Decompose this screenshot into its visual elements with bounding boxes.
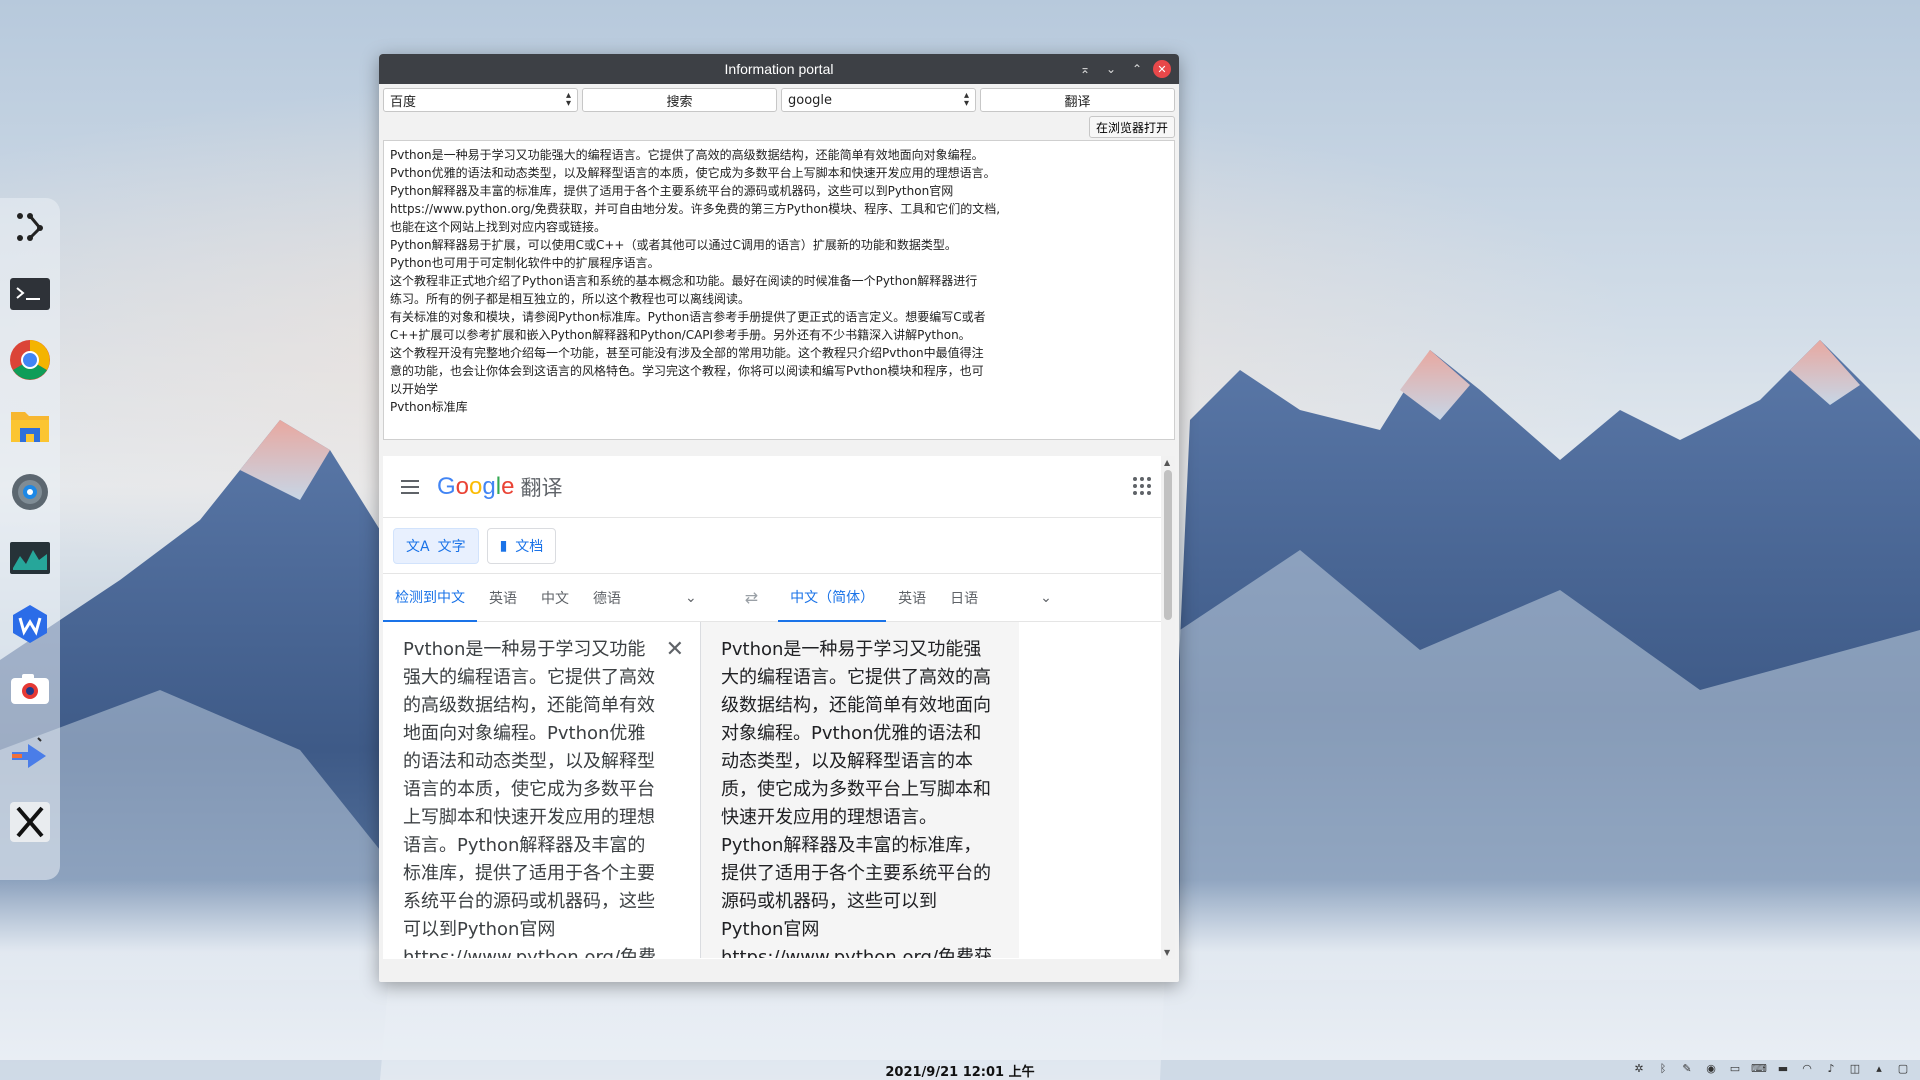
product-name: 翻译 xyxy=(520,475,563,500)
scroll-up-icon[interactable]: ▲ xyxy=(1164,458,1170,467)
search-engine-select[interactable]: 百度 ▴ ▾ xyxy=(383,88,578,112)
text-line: 这个教程非正式地介绍了Python语言和系统的基本概念和功能。最好在阅读的时候准… xyxy=(390,274,978,288)
document-icon: ▮ xyxy=(499,537,508,554)
target-lang-more[interactable]: ⌄ xyxy=(1028,574,1064,622)
scrollbar-thumb[interactable] xyxy=(1164,470,1172,620)
bluetooth-icon[interactable]: ᛒ xyxy=(1654,1062,1672,1075)
wps-icon[interactable] xyxy=(6,600,54,648)
search-engine-value: 百度 xyxy=(390,94,417,110)
source-text-input[interactable]: Pvthon是一种易于学习又功能强大的编程语言。它提供了高效的高级数据结构，还能… xyxy=(383,622,701,958)
volume-icon[interactable]: ♪ xyxy=(1822,1062,1840,1075)
wifi-icon[interactable]: ◠ xyxy=(1798,1062,1816,1075)
source-lang-more[interactable]: ⌄ xyxy=(673,574,709,622)
search-button[interactable]: 搜索 xyxy=(582,88,777,112)
information-portal-window: Information portal ⌅ ⌄ ⌃ ✕ 百度 ▴ ▾ 搜索 goog… xyxy=(379,54,1179,982)
text-line: https://www.python.org/免费获取，并可自由地分发。许多免费… xyxy=(390,202,1001,216)
target-lang-japanese[interactable]: 日语 xyxy=(938,574,990,622)
show-desktop-icon[interactable]: ▢ xyxy=(1894,1062,1912,1075)
window-title: Information portal xyxy=(724,61,834,77)
chrome-icon[interactable] xyxy=(6,336,54,384)
text-line: 以开始学 xyxy=(390,382,439,396)
clear-text-icon[interactable]: ✕ xyxy=(666,636,684,664)
screenshot-icon[interactable] xyxy=(6,666,54,714)
document-mode-label: 文档 xyxy=(515,538,544,555)
source-text: Pvthon是一种易于学习又功能强大的编程语言。它提供了高效的高级数据结构，还能… xyxy=(403,639,657,958)
titlebar[interactable]: Information portal ⌅ ⌄ ⌃ ✕ xyxy=(379,54,1179,84)
x-app-icon[interactable] xyxy=(6,798,54,846)
text-line: Python也可用于可定制化软件中的扩展程序语言。 xyxy=(390,256,660,270)
settings-icon[interactable] xyxy=(6,468,54,516)
text-line: 意的功能，也会让你体会到这语言的风格特色。学习完这个教程，你将可以阅读和编写Pv… xyxy=(390,364,984,378)
translated-text-output: Pvthon是一种易于学习又功能强大的编程语言。它提供了高效的高级数据结构，还能… xyxy=(701,622,1019,958)
translated-text: Pvthon是一种易于学习又功能强大的编程语言。它提供了高效的高级数据结构，还能… xyxy=(721,639,993,958)
media-icon[interactable] xyxy=(6,732,54,780)
system-monitor-icon[interactable] xyxy=(6,534,54,582)
notification-icon[interactable]: ◫ xyxy=(1846,1062,1864,1075)
maximize-icon[interactable]: ⌃ xyxy=(1127,59,1147,79)
file-manager-icon[interactable] xyxy=(6,402,54,450)
source-lang-chinese[interactable]: 中文 xyxy=(529,574,581,622)
battery-icon[interactable]: ▬ xyxy=(1774,1062,1792,1075)
tray-app-icon[interactable]: ✲ xyxy=(1630,1062,1648,1075)
source-lang-english[interactable]: 英语 xyxy=(477,574,529,622)
input-method-icon[interactable]: ✎ xyxy=(1678,1062,1696,1075)
text-line: 这个教程开没有完整地介绍每一个功能，甚至可能没有涉及全部的常用功能。这个教程只介… xyxy=(390,346,984,360)
text-line: 也能在这个网站上找到对应内容或链接。 xyxy=(390,220,607,234)
open-browser-row: 在浏览器打开 xyxy=(379,112,1179,140)
text-line: 练习。所有的例子都是相互独立的，所以这个教程也可以离线阅读。 xyxy=(390,292,751,306)
scroll-down-icon[interactable]: ▼ xyxy=(1164,948,1170,957)
target-lang-chinese-simplified[interactable]: 中文（简体） xyxy=(778,574,887,622)
source-lang-detected[interactable]: 检测到中文 xyxy=(383,574,477,622)
translator-value: google xyxy=(788,92,833,108)
window-controls: ⌅ ⌄ ⌃ ✕ xyxy=(1075,59,1171,79)
swap-icon: ⇄ xyxy=(744,588,759,607)
target-lang-english[interactable]: 英语 xyxy=(886,574,938,622)
source-lang-german[interactable]: 德语 xyxy=(581,574,633,622)
menu-icon[interactable] xyxy=(401,479,419,494)
chevron-up-icon[interactable]: ▴ xyxy=(1870,1062,1888,1075)
input-text-area[interactable]: Pvthon是一种易于学习又功能强大的编程语言。它提供了高效的高级数据结构，还能… xyxy=(383,140,1175,440)
text-line: Pvthon是一种易于学习又功能强大的编程语言。它提供了高效的高级数据结构，还能… xyxy=(390,148,984,162)
translate-button[interactable]: 翻译 xyxy=(980,88,1175,112)
swap-languages-button[interactable]: ⇄ xyxy=(733,574,770,622)
text-line: 有关标准的对象和模块，请参阅Python标准库。Python语言参考手册提供了更… xyxy=(390,310,986,324)
translation-panes: Pvthon是一种易于学习又功能强大的编程语言。它提供了高效的高级数据结构，还能… xyxy=(383,622,1175,958)
text-line: Pvthon标准库 xyxy=(390,400,468,414)
translator-select[interactable]: google ▴ ▾ xyxy=(781,88,976,112)
google-logo[interactable]: Google xyxy=(437,473,514,501)
close-icon[interactable]: ✕ xyxy=(1153,60,1171,78)
text-line: Python解释器及丰富的标准库，提供了适用于各个主要系统平台的源码或机器码，这… xyxy=(390,184,954,198)
chevron-down-icon: ⌄ xyxy=(685,589,697,606)
text-line: C++扩展可以参考扩展和嵌入Python解释器和Python/CAPI参考手册。… xyxy=(390,328,971,342)
keep-on-top-icon[interactable]: ⌅ xyxy=(1075,59,1095,79)
embedded-web-view: Google 翻译 文A 文字 ▮ 文档 检测到中文 英语 中文 德语 ⌄ ⇄ … xyxy=(383,456,1175,959)
open-in-browser-button[interactable]: 在浏览器打开 xyxy=(1088,116,1175,138)
text-line: Python解释器易于扩展，可以使用C或C++（或者其他可以通过C调用的语言）扩… xyxy=(390,238,957,252)
launcher-icon[interactable] xyxy=(6,204,54,252)
chevron-down-icon: ⌄ xyxy=(1040,589,1052,606)
language-row: 检测到中文 英语 中文 德语 ⌄ ⇄ 中文（简体） 英语 日语 ⌄ xyxy=(383,574,1175,622)
translate-icon: 文A xyxy=(406,538,430,555)
clipboard-icon[interactable]: ▭ xyxy=(1726,1062,1744,1075)
system-tray: ✲ ᛒ ✎ ◉ ▭ ⌨ ▬ ◠ ♪ ◫ ▴ ▢ xyxy=(1630,1062,1912,1075)
google-translate-header: Google 翻译 xyxy=(383,456,1175,518)
globe-icon[interactable]: ◉ xyxy=(1702,1062,1720,1075)
google-apps-icon[interactable] xyxy=(1133,477,1151,495)
text-mode-label: 文字 xyxy=(437,538,466,555)
updown-arrows-icon: ▴ ▾ xyxy=(963,90,969,109)
minimize-icon[interactable]: ⌄ xyxy=(1101,59,1121,79)
web-scrollbar[interactable]: ▲ ▼ xyxy=(1161,456,1175,959)
text-mode-button[interactable]: 文A 文字 xyxy=(393,527,479,564)
text-line: Pvthon优雅的语法和动态类型，以及解释型语言的本质，使它成为多数平台上写脚本… xyxy=(390,166,996,180)
document-mode-button[interactable]: ▮ 文档 xyxy=(486,527,557,564)
mode-row: 文A 文字 ▮ 文档 xyxy=(383,518,1175,574)
keyboard-icon[interactable]: ⌨ xyxy=(1750,1062,1768,1075)
terminal-icon[interactable] xyxy=(6,270,54,318)
clock[interactable]: 2021/9/21 12:01 上午 xyxy=(885,1061,1034,1080)
taskbar: 2021/9/21 12:01 上午 ✲ ᛒ ✎ ◉ ▭ ⌨ ▬ ◠ ♪ ◫ ▴… xyxy=(0,1060,1920,1080)
dock xyxy=(0,198,60,880)
toolbar: 百度 ▴ ▾ 搜索 google ▴ ▾ 翻译 xyxy=(379,84,1179,112)
updown-arrows-icon: ▴ ▾ xyxy=(565,90,571,109)
